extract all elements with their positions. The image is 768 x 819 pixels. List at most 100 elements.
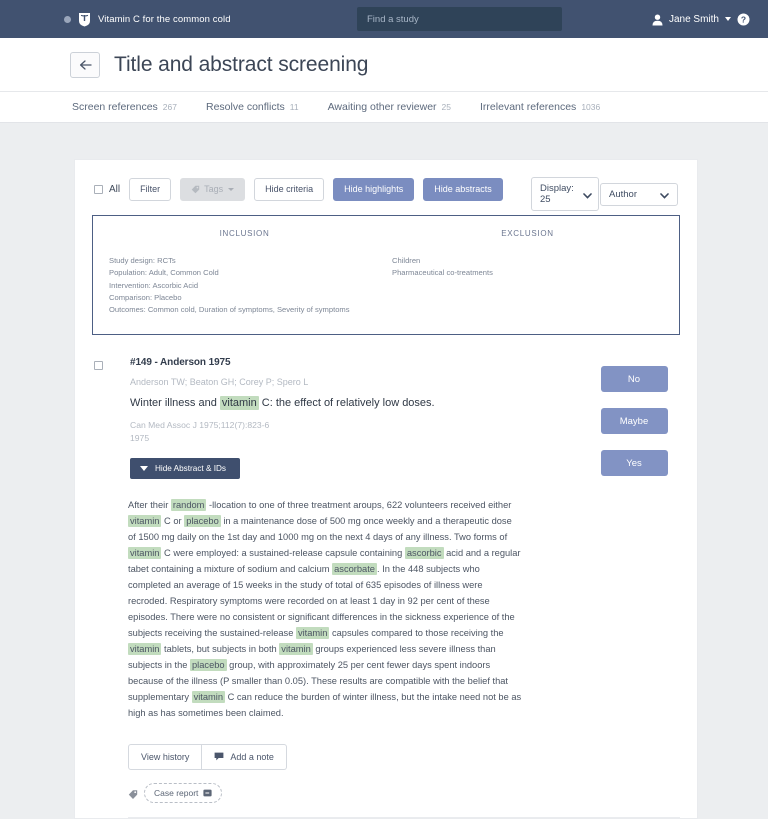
highlighted-term: vitamin	[279, 642, 313, 655]
tag-chip-case-report[interactable]: Case report	[144, 782, 223, 803]
caret-down-icon[interactable]	[725, 17, 731, 21]
tab-resolve-conflicts[interactable]: Resolve conflicts 11	[206, 101, 299, 113]
select-all-label: All	[109, 184, 121, 195]
highlighted-term: ascorbic	[404, 547, 444, 560]
exclusion-item: Pharmaceutical co-treatments	[392, 268, 493, 278]
text-run: tablets, but subjects in both	[161, 643, 280, 654]
highlighted-term: ascorbate	[332, 563, 377, 576]
tag-icon	[191, 185, 200, 194]
tag-chip-label: Case report	[154, 787, 199, 798]
checkbox-unchecked-icon[interactable]	[94, 361, 103, 371]
chevron-down-icon	[660, 191, 669, 199]
record-abstract: After their random -llocation to one of …	[128, 498, 522, 722]
view-history-button[interactable]: View history	[128, 743, 203, 770]
checkbox-unchecked-icon	[94, 185, 103, 194]
user-menu[interactable]: Jane Smith ?	[652, 0, 750, 38]
chevron-down-icon	[582, 191, 592, 199]
text-run: C or	[161, 516, 185, 527]
tab-awaiting-other-reviewer[interactable]: Awaiting other reviewer 25	[328, 101, 451, 113]
page-title: Title and abstract screening	[114, 53, 369, 76]
screening-toolbar: All Filter Tags Hide criteria Hide highl…	[92, 177, 680, 211]
record-checkbox-cell	[94, 357, 130, 479]
highlighted-term: vitamin	[219, 396, 259, 411]
text-run: After their	[128, 500, 171, 511]
top-navigation-bar: Vitamin C for the common cold Jane Smith…	[0, 0, 768, 38]
text-run: -llocation to one of three treatment aro…	[206, 500, 512, 511]
criteria-panel: INCLUSION Study design: RCTs Population:…	[92, 215, 680, 336]
toolbar-right-controls: Display: 25 Author	[531, 177, 678, 211]
decision-no-button[interactable]: No	[600, 366, 668, 393]
tab-count: 11	[289, 102, 299, 112]
record-actions: View history Add a note	[128, 743, 680, 770]
tab-count: 267	[162, 102, 177, 112]
add-note-button[interactable]: Add a note	[202, 743, 287, 770]
tag-pin-icon	[128, 787, 138, 800]
highlighted-term: vitamin	[128, 515, 162, 528]
highlighted-term: random	[170, 499, 207, 512]
highlighted-term: vitamin	[295, 626, 330, 639]
triangle-down-icon	[140, 466, 148, 472]
inclusion-column: INCLUSION Study design: RCTs Population:…	[109, 229, 380, 316]
inclusion-item: Study design: RCTs	[109, 256, 176, 265]
sort-by-select[interactable]: Author	[600, 182, 678, 206]
help-circle-icon[interactable]: ?	[737, 13, 750, 26]
inclusion-heading: INCLUSION	[219, 229, 270, 238]
text-run: C: the effect of relatively low doses.	[258, 397, 435, 410]
tab-irrelevant-references[interactable]: Irrelevant references 1036	[480, 101, 600, 113]
brand-link[interactable]: Vitamin C for the common cold	[64, 12, 231, 27]
tab-navigation: Screen references 267 Resolve conflicts …	[0, 91, 768, 123]
record-id: #149 - Anderson 1975	[130, 357, 231, 369]
highlighted-term: vitamin	[128, 547, 162, 560]
comment-icon	[214, 752, 224, 761]
record-title: Winter illness and vitamin C: the effect…	[130, 396, 576, 411]
search-container	[357, 7, 562, 31]
display-count-select[interactable]: Display: 25	[531, 177, 599, 211]
decision-buttons: No Maybe Yes	[588, 357, 680, 479]
tab-count: 1036	[581, 102, 601, 112]
back-button[interactable]	[70, 52, 100, 78]
display-count-value: Display: 25	[540, 183, 574, 205]
inclusion-item: Outcomes: Common cold, Duration of sympt…	[109, 305, 350, 315]
page-body: All Filter Tags Hide criteria Hide highl…	[0, 123, 768, 819]
tab-screen-references[interactable]: Screen references 267	[72, 101, 177, 113]
sort-by-value: Author	[609, 188, 637, 200]
highlighted-term: placebo	[184, 515, 221, 528]
dot-icon	[64, 15, 71, 23]
select-all-checkbox[interactable]: All	[94, 184, 120, 195]
reference-record: #149 - Anderson 1975 Anderson TW; Beaton…	[92, 357, 680, 480]
highlighted-term: vitamin	[128, 642, 162, 655]
hide-highlights-button[interactable]: Hide highlights	[333, 178, 415, 201]
filter-button[interactable]: Filter	[129, 178, 172, 201]
exclusion-item: Children	[392, 256, 421, 265]
decision-maybe-button[interactable]: Maybe	[600, 408, 668, 435]
inclusion-item: Population: Adult, Common Cold	[109, 268, 219, 278]
tags-button: Tags	[180, 178, 246, 201]
person-icon	[652, 13, 663, 26]
remove-tag-icon[interactable]	[203, 789, 213, 797]
record-citation: Can Med Assoc J 1975;112(7):823-6	[130, 420, 270, 431]
svg-text:?: ?	[741, 14, 746, 24]
decision-yes-button[interactable]: Yes	[600, 450, 668, 477]
record-authors: Anderson TW; Beaton GH; Corey P; Spero L	[130, 377, 309, 388]
text-run: C were employed: a sustained-release cap…	[161, 548, 405, 559]
tab-label: Resolve conflicts	[205, 101, 285, 113]
hide-abstracts-button[interactable]: Hide abstracts	[423, 178, 503, 201]
caret-down-icon	[228, 188, 235, 191]
inclusion-item: Comparison: Placebo	[109, 292, 182, 302]
tab-label: Screen references	[72, 101, 158, 113]
hide-abstract-ids-button[interactable]: Hide Abstract & IDs	[130, 458, 240, 480]
hide-criteria-button[interactable]: Hide criteria	[254, 178, 325, 201]
add-note-label: Add a note	[230, 751, 274, 762]
page-header: Title and abstract screening	[0, 38, 768, 91]
search-input[interactable]	[357, 7, 562, 31]
highlighted-term: vitamin	[191, 690, 226, 703]
tags-label: Tags	[204, 184, 224, 194]
tab-label: Awaiting other reviewer	[327, 101, 437, 113]
user-name: Jane Smith	[668, 13, 719, 25]
record-source: Can Med Assoc J 1975;112(7):823-6 1975	[130, 419, 576, 445]
hide-abstract-label: Hide Abstract & IDs	[155, 464, 226, 474]
shield-book-logo	[78, 12, 91, 27]
record-year: 1975	[130, 433, 150, 444]
tab-label: Irrelevant references	[480, 101, 577, 113]
brand-name: Vitamin C for the common cold	[98, 13, 231, 25]
